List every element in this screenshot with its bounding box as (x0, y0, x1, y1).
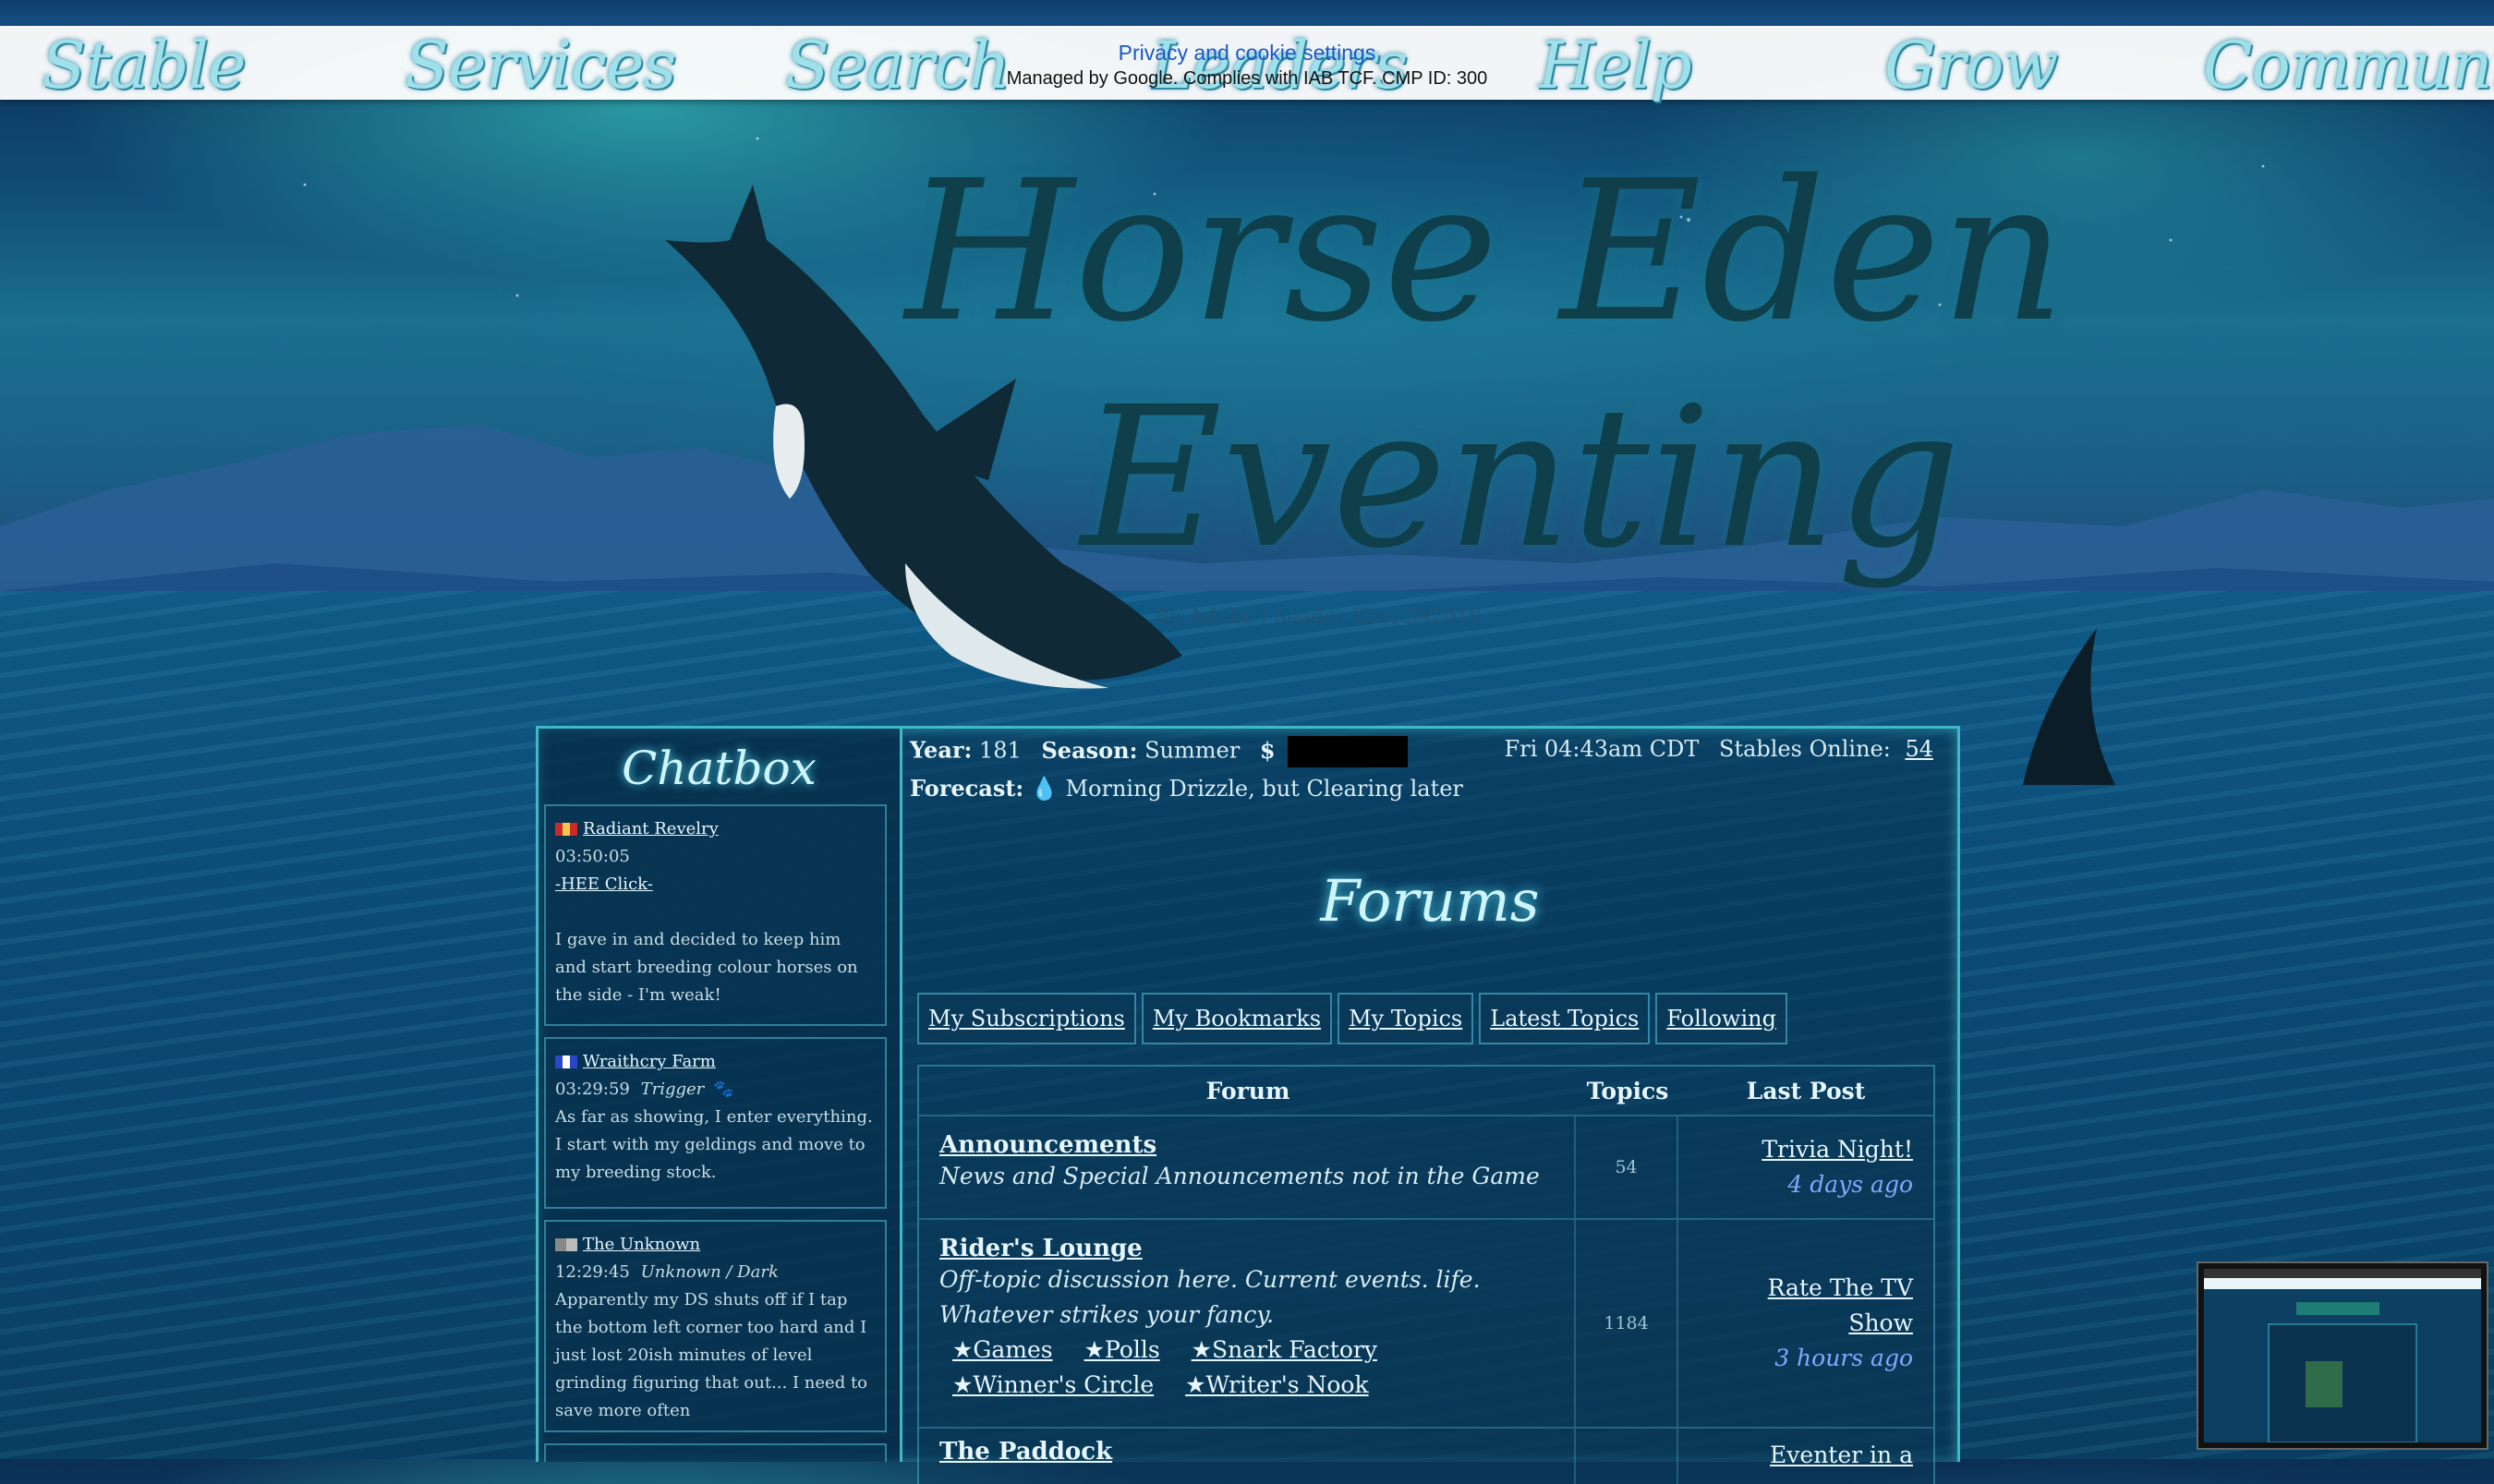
forum-description: Off-topic discussion here. Current event… (939, 1266, 1481, 1328)
chat-message: The Unknown 12:29:45 Unknown / Dark Appa… (544, 1220, 887, 1432)
last-post-link[interactable]: Rate The TV Show (1699, 1271, 1913, 1341)
header-forum: Forum (1205, 1077, 1290, 1104)
tab-my-topics[interactable]: My Topics (1338, 993, 1474, 1044)
flag-icon (555, 1056, 577, 1068)
forum-table-header: Forum Topics Last Post (919, 1067, 1933, 1115)
forum-row: The Paddock Eventer in a (919, 1427, 1933, 1484)
subforum-link-snark-factory[interactable]: ★Snark Factory (1192, 1336, 1377, 1363)
header-last-post: Last Post (1746, 1077, 1866, 1104)
subforum-link-winners-circle[interactable]: ★Winner's Circle (952, 1371, 1154, 1398)
tab-following[interactable]: Following (1655, 993, 1787, 1044)
chat-text: Apparently my DS shuts off if I tap the … (555, 1290, 868, 1420)
server-time-line: Fri 04:43am CDT Stables Online: 54 (1504, 736, 1941, 762)
chat-tag-link[interactable]: -HEE Click- (555, 875, 653, 894)
content-panel: Chatbox Radiant Revelry 03:50:05 -HEE Cl… (536, 726, 1960, 1484)
cookie-settings-link[interactable]: Privacy and cookie settings (0, 39, 2494, 66)
subforum-link-writers-nook[interactable]: ★Writer's Nook (1185, 1371, 1369, 1398)
money-symbol: $ (1259, 736, 1276, 764)
last-post-time: 4 days ago (1787, 1171, 1913, 1198)
forecast-label: Forecast: (910, 775, 1024, 802)
rain-icon: 💧 (1030, 776, 1059, 802)
chat-message (544, 1443, 887, 1462)
chat-message: Radiant Revelry 03:50:05 -HEE Click- I g… (544, 804, 887, 1026)
flag-icon (555, 823, 577, 836)
forecast-line: Forecast: 💧 Morning Drizzle, but Clearin… (910, 775, 1463, 802)
chat-time: 03:29:59 (555, 1080, 630, 1099)
year-value: 181 (979, 737, 1022, 764)
subforum-link-polls[interactable]: ★Polls (1084, 1336, 1160, 1363)
last-post-time: 3 hours ago (1774, 1345, 1913, 1371)
thumbnail-image (2204, 1269, 2481, 1443)
year-label: Year: (910, 736, 973, 764)
chat-user-link[interactable]: Radiant Revelry (583, 815, 719, 843)
server-time: Fri 04:43am CDT (1504, 736, 1700, 762)
chat-tag: Trigger (640, 1080, 705, 1099)
stables-online-link[interactable]: 54 (1897, 736, 1941, 762)
money-redacted (1288, 736, 1409, 767)
tab-my-bookmarks[interactable]: My Bookmarks (1141, 993, 1333, 1044)
chat-time: 12:29:45 (555, 1262, 630, 1282)
site-title-line2: Eventing (1081, 365, 1961, 591)
flag-icon (555, 1238, 577, 1251)
stables-online-label: Stables Online: (1719, 736, 1891, 762)
chat-text: As far as showing, I enter everything. I… (555, 1107, 873, 1182)
forum-name-link[interactable]: Rider's Lounge (939, 1235, 1554, 1262)
last-post-link[interactable]: Eventer in a (1699, 1438, 1913, 1473)
forum-row: Rider's Lounge Off-topic discussion here… (919, 1218, 1933, 1427)
cookie-banner: Privacy and cookie settings Managed by G… (0, 39, 2494, 90)
forum-table: Forum Topics Last Post Announcements New… (917, 1065, 1935, 1484)
chatbox-title: Chatbox (622, 742, 817, 795)
cookie-managed-text: Managed by Google. Complies with IAB TCF… (1006, 68, 1488, 89)
screen-thumbnail[interactable] (2198, 1263, 2487, 1448)
last-post-link[interactable]: Trivia Night! (1699, 1132, 1913, 1167)
paw-icon: 🐾 (712, 1080, 734, 1099)
header-topics: Topics (1586, 1077, 1669, 1104)
chat-user-link[interactable]: Wraithcry Farm (583, 1048, 716, 1076)
tab-my-subscriptions[interactable]: My Subscriptions (917, 993, 1136, 1044)
forum-name-link[interactable]: The Paddock (939, 1438, 1554, 1466)
forum-topic-count: 1184 (1576, 1220, 1679, 1427)
chat-tag: Unknown / Dark (640, 1262, 779, 1282)
site-title-line1: Horse Eden (905, 139, 2066, 365)
subforum-list: ★Games ★Polls ★Snark Factory ★Winner's C… (939, 1333, 1554, 1403)
forum-tabs: My Subscriptions My Bookmarks My Topics … (917, 993, 1787, 1044)
chat-message: Wraithcry Farm 03:29:59 Trigger 🐾 As far… (544, 1037, 887, 1209)
chat-text: I gave in and decided to keep him and st… (555, 930, 858, 1005)
top-strip (0, 0, 2494, 26)
forecast-value: Morning Drizzle, but Clearing later (1065, 776, 1463, 802)
main-content: Year: 181 Season: Summer $ Fri 04:43am C… (902, 729, 1957, 1484)
forums-title: Forums (1320, 867, 1540, 935)
forum-topic-count: 54 (1576, 1116, 1679, 1218)
forum-row: Announcements News and Special Announcem… (919, 1115, 1933, 1218)
season-label: Season: (1041, 736, 1138, 764)
season-value: Summer (1144, 737, 1241, 764)
chat-time: 03:50:05 (555, 847, 630, 866)
chatbox: Chatbox Radiant Revelry 03:50:05 -HEE Cl… (539, 729, 902, 1462)
subforum-link-games[interactable]: ★Games (952, 1336, 1053, 1363)
forum-description: News and Special Announcements not in th… (939, 1163, 1540, 1189)
tab-latest-topics[interactable]: Latest Topics (1479, 993, 1651, 1044)
orca-fin-illustration (2023, 628, 2115, 785)
forum-name-link[interactable]: Announcements (939, 1131, 1554, 1159)
status-line: Year: 181 Season: Summer $ (910, 736, 1409, 767)
chat-user-link[interactable]: The Unknown (583, 1231, 700, 1259)
header-credit: Bg Adobe | header Kiwi 292016 (1155, 606, 1483, 629)
